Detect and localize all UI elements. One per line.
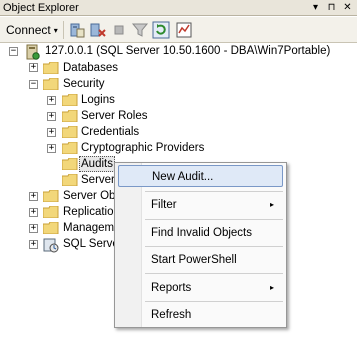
submenu-arrow-icon: ▸ [269, 283, 274, 292]
folder-icon [43, 62, 59, 74]
menu-icon-gutter [115, 163, 142, 327]
databases-expander[interactable]: + [29, 63, 38, 72]
folder-open-icon [43, 78, 59, 90]
folder-icon [62, 126, 78, 138]
connect-label: Connect [6, 23, 51, 37]
folder-icon [43, 222, 59, 234]
folder-icon [62, 174, 78, 186]
menu-item-label: Reports [151, 282, 192, 294]
connect-server-icon[interactable] [68, 21, 86, 39]
menu-separator [145, 301, 283, 302]
activity-monitor-icon[interactable] [175, 21, 193, 39]
security-expander[interactable]: − [29, 80, 38, 89]
menu-item-start-powershell[interactable]: Start PowerShell [118, 249, 283, 271]
folder-icon [62, 158, 78, 170]
crypto-providers-expander[interactable]: + [47, 144, 56, 153]
filter-icon[interactable] [131, 21, 149, 39]
refresh-icon[interactable] [152, 21, 170, 39]
server-audit-specs-node[interactable]: Server [81, 173, 115, 187]
folder-icon [43, 190, 59, 202]
menu-item-filter[interactable]: Filter ▸ [118, 194, 283, 216]
credentials-node[interactable]: Credentials [81, 125, 139, 139]
replication-node[interactable]: Replication [63, 205, 120, 219]
menu-separator [145, 273, 283, 274]
folder-icon [62, 94, 78, 106]
audits-node[interactable]: Audits [79, 156, 115, 172]
security-node[interactable]: Security [63, 77, 105, 91]
window-position-button[interactable]: ▾ [309, 2, 322, 14]
connect-dropdown-icon[interactable]: ▾ [54, 26, 58, 35]
databases-node[interactable]: Databases [63, 61, 118, 75]
crypto-providers-node[interactable]: Cryptographic Providers [81, 141, 204, 155]
server-objects-node[interactable]: Server Obj [63, 189, 118, 203]
folder-icon [43, 206, 59, 218]
menu-separator [145, 219, 283, 220]
server-node[interactable]: 127.0.0.1 (SQL Server 10.50.1600 - DBA\W… [45, 44, 330, 58]
toolbar-separator [63, 21, 64, 39]
server-roles-expander[interactable]: + [47, 112, 56, 121]
object-explorer-toolbar: Connect ▾ [0, 17, 357, 43]
stop-icon[interactable] [110, 21, 128, 39]
sql-agent-expander[interactable]: + [29, 240, 38, 249]
auto-hide-pin-button[interactable]: ⊓ [325, 2, 338, 14]
menu-item-label: Refresh [151, 309, 192, 321]
menu-item-label: Start PowerShell [151, 254, 237, 266]
logins-expander[interactable]: + [47, 96, 56, 105]
submenu-arrow-icon: ▸ [269, 200, 274, 209]
disconnect-icon[interactable] [89, 21, 107, 39]
menu-separator [145, 246, 283, 247]
management-node[interactable]: Manageme [63, 221, 121, 235]
object-explorer-title-bar: Object Explorer ▾ ⊓ ✕ [0, 0, 357, 16]
replication-expander[interactable]: + [29, 208, 38, 217]
menu-item-refresh[interactable]: Refresh [118, 304, 283, 326]
menu-item-find-invalid-objects[interactable]: Find Invalid Objects [118, 222, 283, 244]
menu-separator [145, 191, 283, 192]
context-menu: New Audit... Filter ▸ Find Invalid Objec… [114, 162, 287, 328]
sql-agent-icon [43, 238, 59, 253]
server-objects-expander[interactable]: + [29, 192, 38, 201]
menu-item-label: New Audit... [152, 171, 214, 183]
connect-button[interactable]: Connect ▾ [6, 21, 58, 39]
server-roles-node[interactable]: Server Roles [81, 109, 147, 123]
credentials-expander[interactable]: + [47, 128, 56, 137]
logins-node[interactable]: Logins [81, 93, 115, 107]
menu-item-new-audit[interactable]: New Audit... [118, 165, 283, 187]
menu-item-reports[interactable]: Reports ▸ [118, 277, 283, 299]
folder-icon [62, 142, 78, 154]
management-expander[interactable]: + [29, 224, 38, 233]
server-expander[interactable]: − [9, 47, 18, 56]
server-icon [26, 44, 40, 60]
folder-icon [62, 110, 78, 122]
menu-item-label: Find Invalid Objects [151, 227, 252, 239]
window-title: Object Explorer [3, 2, 79, 14]
menu-item-label: Filter [151, 199, 177, 211]
close-button[interactable]: ✕ [341, 2, 354, 14]
